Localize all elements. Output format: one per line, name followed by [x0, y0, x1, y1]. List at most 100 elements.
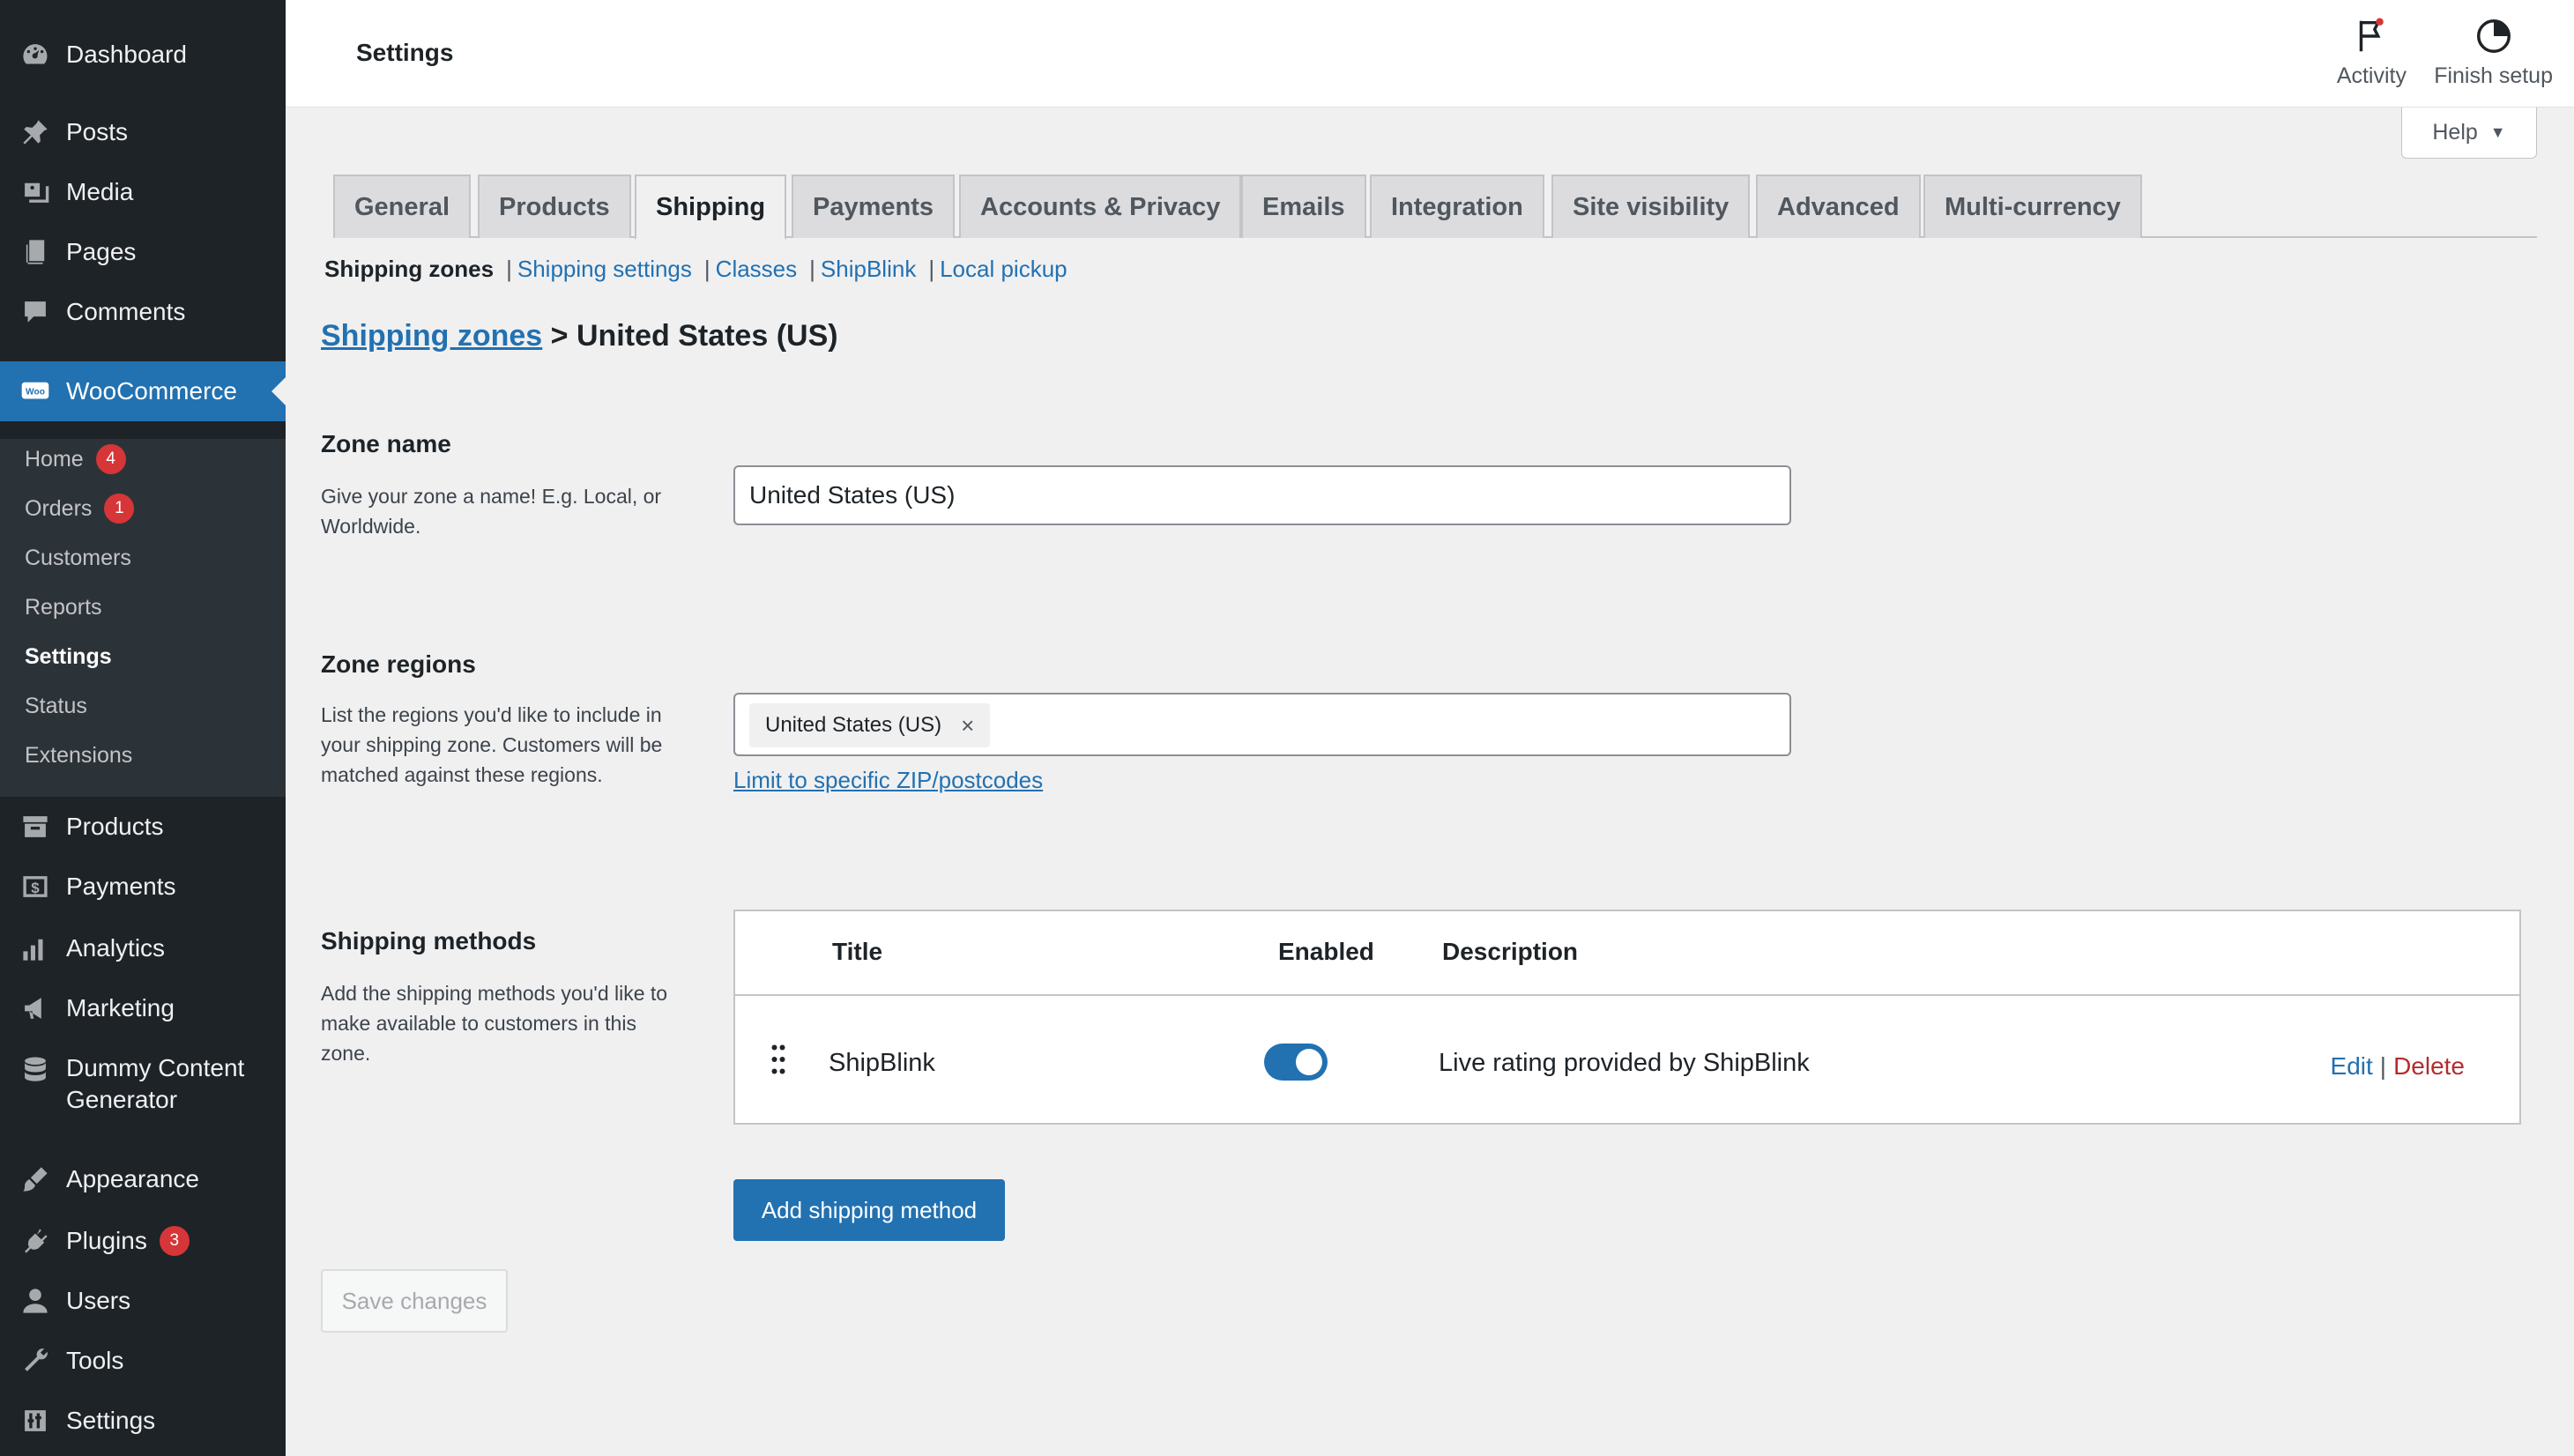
tab-products[interactable]: Products [478, 175, 631, 238]
finish-setup-button[interactable]: Finish setup [2434, 16, 2553, 89]
limit-zip-link[interactable]: Limit to specific ZIP/postcodes [733, 767, 1043, 794]
wrench-icon [19, 1345, 51, 1377]
delete-method-link[interactable]: Delete [2393, 1052, 2465, 1080]
submenu-label: Customers [25, 546, 131, 570]
subsection-shipping-zones[interactable]: Shipping zones [324, 256, 494, 283]
breadcrumb-link-shipping-zones[interactable]: Shipping zones [321, 319, 542, 353]
sidebar-item-label: Comments [66, 298, 186, 325]
zone-regions-select[interactable]: United States (US) × [733, 693, 1791, 756]
submenu-label: Settings [25, 644, 112, 669]
sidebar-item-products[interactable]: Products [0, 799, 286, 855]
sidebar-item-label: Marketing [66, 994, 175, 1021]
sidebar-item-appearance[interactable]: Appearance [0, 1151, 286, 1207]
database-icon [19, 1054, 51, 1086]
sidebar-item-comments[interactable]: Comments [0, 284, 286, 340]
plugins-label: Plugins [66, 1227, 147, 1254]
pin-icon [19, 116, 51, 148]
drag-handle-icon[interactable] [769, 1044, 788, 1075]
subsection-shipblink[interactable]: ShipBlink [821, 256, 916, 283]
breadcrumb-current: United States (US) [576, 319, 838, 353]
shipping-methods-title: Shipping methods [321, 927, 537, 955]
dashboard-icon [19, 39, 51, 71]
tab-advanced[interactable]: Advanced [1756, 175, 1921, 238]
shipping-methods-table: Title Enabled Description ShipBlink Live… [733, 910, 2521, 1125]
method-description: Live rating provided by ShipBlink [1439, 1049, 1810, 1077]
separator: | [928, 256, 935, 282]
sidebar-item-marketing[interactable]: Marketing [0, 980, 286, 1036]
woo-icon: Woo [19, 375, 51, 407]
sidebar-item-label: Media [66, 178, 134, 205]
sidebar-item-posts[interactable]: Posts [0, 104, 286, 160]
breadcrumb: Shipping zones > United States (US) [321, 319, 838, 353]
submenu-item-reports[interactable]: Reports [25, 592, 102, 622]
tab-general[interactable]: General [333, 175, 471, 238]
flag-icon [2360, 18, 2384, 52]
subsection-shipping-settings[interactable]: Shipping settings [517, 256, 692, 283]
save-changes-button[interactable]: Save changes [321, 1269, 508, 1333]
tab-payments[interactable]: Payments [792, 175, 956, 238]
region-chip: United States (US) × [749, 703, 991, 747]
zone-name-description: Give your zone a name! E.g. Local, or Wo… [321, 485, 662, 538]
sidebar-item-label: Appearance [66, 1165, 200, 1192]
tab-accounts-privacy[interactable]: Accounts & Privacy [959, 175, 1242, 238]
submenu-label: Extensions [25, 743, 133, 768]
submenu-item-home[interactable]: Home 4 [25, 444, 126, 474]
submenu-item-status[interactable]: Status [25, 691, 87, 721]
add-shipping-method-button[interactable]: Add shipping method [733, 1179, 1005, 1241]
submenu-item-settings[interactable]: Settings [25, 642, 112, 672]
shipping-methods-description: Add the shipping methods you'd like to m… [321, 982, 668, 1065]
comment-icon [19, 296, 51, 328]
submenu-label: Reports [25, 595, 102, 620]
tab-multi-currency[interactable]: Multi-currency [1923, 175, 2142, 238]
zone-name-title: Zone name [321, 430, 451, 457]
sidebar-item-plugins[interactable]: Plugins 3 [0, 1213, 286, 1269]
submenu-item-orders[interactable]: Orders 1 [25, 494, 135, 524]
sidebar-item-label: WooCommerce [66, 377, 237, 405]
pages-icon [19, 236, 51, 268]
activity-button[interactable]: Activity [2337, 16, 2407, 89]
sidebar-item-label: Settings [66, 1407, 156, 1434]
plug-icon [19, 1225, 51, 1257]
submenu-label: Home [25, 447, 84, 472]
subsection-classes[interactable]: Classes [716, 256, 797, 283]
settings-tabs: General Products Shipping Payments Accou… [333, 175, 2537, 240]
bar-chart-icon [19, 932, 51, 964]
sidebar-item-label: Tools [66, 1347, 124, 1374]
megaphone-icon [19, 992, 51, 1024]
sidebar-item-dashboard[interactable]: Dashboard [0, 26, 286, 83]
sidebar-item-label: Payments [66, 873, 176, 900]
sidebar-item-label: Dashboard [66, 41, 187, 68]
enabled-toggle[interactable] [1264, 1044, 1328, 1081]
submenu-item-customers[interactable]: Customers [25, 543, 131, 573]
edit-method-link[interactable]: Edit [2331, 1052, 2373, 1080]
sidebar-item-pages[interactable]: Pages [0, 224, 286, 280]
remove-region-icon[interactable]: × [961, 712, 974, 739]
row-actions: Edit | Delete [2331, 1052, 2465, 1081]
sidebar-item-payments[interactable]: $ Payments [0, 858, 286, 915]
separator: | [809, 256, 815, 282]
column-header-title: Title [832, 938, 883, 965]
sidebar-item-label: Plugins 3 [66, 1225, 190, 1257]
media-icon [19, 176, 51, 208]
sidebar-item-dummy-content-generator[interactable]: Dummy Content Generator [0, 1049, 286, 1123]
separator: | [506, 256, 512, 282]
sidebar-item-tools[interactable]: Tools [0, 1333, 286, 1389]
admin-sidebar: Dashboard Posts Media Pages Comments Woo… [0, 0, 286, 1456]
tab-integration[interactable]: Integration [1370, 175, 1544, 238]
zone-name-input[interactable] [733, 465, 1791, 525]
toggle-knob [1296, 1049, 1322, 1075]
tab-shipping[interactable]: Shipping [635, 175, 787, 240]
submenu-item-extensions[interactable]: Extensions [25, 740, 132, 770]
subsection-local-pickup[interactable]: Local pickup [940, 256, 1068, 283]
sidebar-item-woocommerce[interactable]: Woo WooCommerce [0, 361, 286, 421]
sidebar-item-settings[interactable]: Settings [0, 1393, 286, 1449]
sidebar-item-analytics[interactable]: Analytics [0, 920, 286, 977]
tab-emails[interactable]: Emails [1241, 175, 1366, 238]
activity-label: Activity [2336, 63, 2407, 88]
sidebar-item-users[interactable]: Users [0, 1273, 286, 1329]
sidebar-item-media[interactable]: Media [0, 164, 286, 220]
tab-site-visibility[interactable]: Site visibility [1551, 175, 1751, 238]
notification-badge: 1 [104, 494, 135, 524]
sidebar-item-label: Pages [66, 238, 137, 265]
zone-regions-description: List the regions you'd like to include i… [321, 703, 663, 786]
